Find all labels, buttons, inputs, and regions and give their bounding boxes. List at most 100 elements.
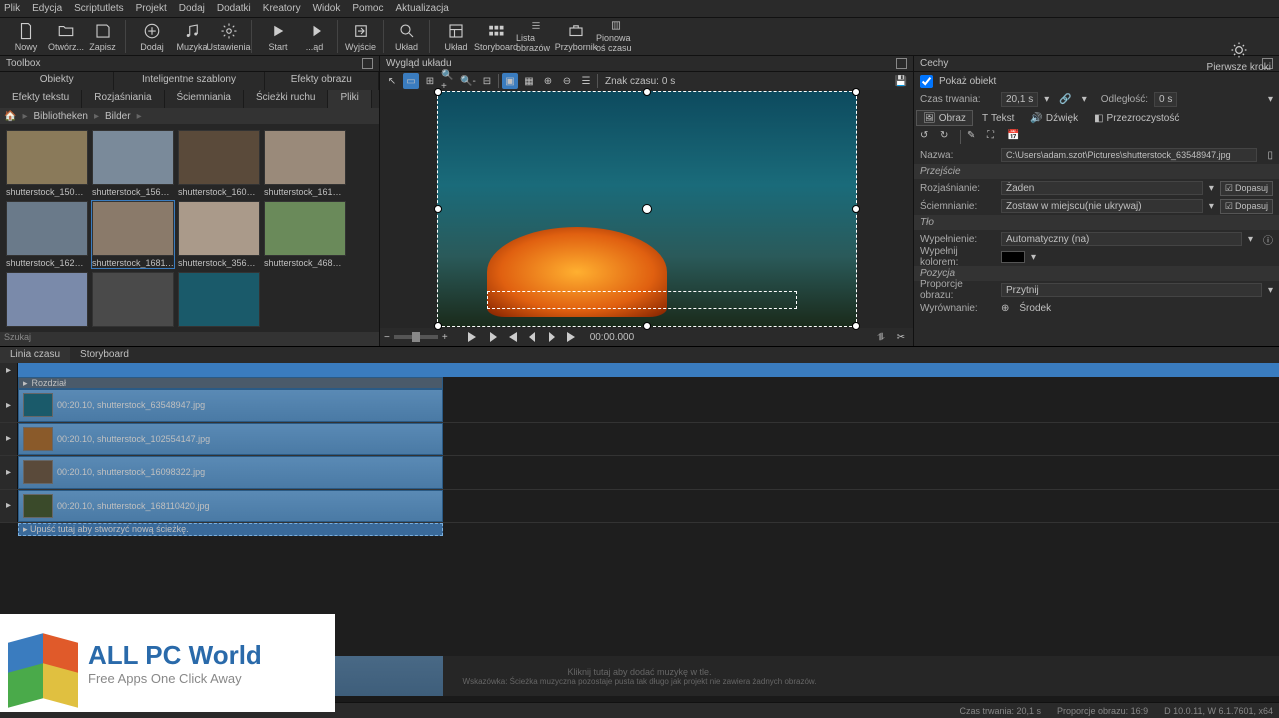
zoom-fit-icon[interactable]: ⊞ xyxy=(422,73,438,89)
add-icon[interactable]: ⊕ xyxy=(540,73,556,89)
menu-item[interactable]: Dodatki xyxy=(217,3,251,14)
thumbnail[interactable]: shutterstock_46865710 xyxy=(264,201,346,268)
duration-value[interactable]: 20,1 s xyxy=(1001,92,1038,107)
show-object-checkbox[interactable] xyxy=(920,75,933,88)
first-steps-button[interactable]: Pierwsze kroki xyxy=(1207,40,1271,73)
crop-icon[interactable]: ⛶ xyxy=(987,130,1001,144)
settings-button[interactable]: Ustawienia xyxy=(212,20,252,53)
tab-files[interactable]: Pliki xyxy=(328,90,371,108)
export-button[interactable]: Wyjście xyxy=(344,20,384,53)
tab-templates[interactable]: Inteligentne szablony xyxy=(114,72,264,90)
tab-image-effects[interactable]: Efekty obrazu xyxy=(265,72,379,90)
name-value[interactable]: C:\Users\adam.szot\Pictures\shutterstock… xyxy=(1001,148,1257,162)
remove-icon[interactable]: ⊖ xyxy=(559,73,575,89)
layout-search-button[interactable]: Układ xyxy=(390,20,430,53)
preview-canvas[interactable] xyxy=(380,90,913,328)
grid-icon[interactable]: ⊟ xyxy=(479,73,495,89)
play-from-icon[interactable] xyxy=(484,329,500,345)
tab-storyboard[interactable]: Storyboard xyxy=(70,347,139,363)
date-icon[interactable]: 📅 xyxy=(1007,130,1021,144)
tab-motion[interactable]: Ścieżki ruchu xyxy=(244,90,328,108)
thumbnail[interactable]: shutterstock_15679... xyxy=(92,130,174,197)
thumbnail[interactable]: shutterstock_168110... xyxy=(92,201,174,268)
play-button[interactable]: Start xyxy=(258,20,298,53)
link-icon[interactable]: 🔗 xyxy=(1059,94,1071,105)
menu-item[interactable]: Edycja xyxy=(32,3,62,14)
tab-objects[interactable]: Obiekty xyxy=(0,72,114,90)
thumbnail[interactable] xyxy=(92,272,174,329)
tab-sound[interactable]: 🔊Dźwięk xyxy=(1023,110,1085,126)
timeline-clip[interactable]: 00:20.10, shutterstock_168110420.jpg xyxy=(18,490,443,523)
tab-transparency[interactable]: ◧Przezroczystość xyxy=(1087,110,1186,126)
chapter-clip[interactable]: ▸Rozdział xyxy=(18,377,443,389)
new-button[interactable]: Nowy xyxy=(6,20,46,53)
match-button[interactable]: ☑Dopasuj xyxy=(1220,181,1273,196)
zoom-in-icon[interactable]: + xyxy=(442,332,448,343)
tab-image[interactable]: 🖼Obraz xyxy=(916,110,973,126)
menu-item[interactable]: Pomoc xyxy=(352,3,383,14)
save-preview-icon[interactable]: 💾 xyxy=(893,73,909,89)
prev-icon[interactable] xyxy=(504,329,520,345)
storyboard-button[interactable]: Storyboard xyxy=(476,20,516,53)
stepper-icon[interactable]: ▾ xyxy=(1268,94,1273,105)
zoom-in-icon[interactable]: 🔍+ xyxy=(441,73,457,89)
track-header[interactable]: ▸ xyxy=(0,389,18,422)
vtimeline-button[interactable]: Pionowa oś czasu xyxy=(596,20,636,53)
color-swatch[interactable] xyxy=(1001,251,1025,263)
breadcrumb-item[interactable]: Bilder xyxy=(105,111,131,122)
rotate-right-icon[interactable]: ↻ xyxy=(940,130,954,144)
thumbnail[interactable]: shutterstock_35613667 xyxy=(178,201,260,268)
menu-item[interactable]: Scriptutlets xyxy=(74,3,123,14)
menu-item[interactable]: Plik xyxy=(4,3,20,14)
minimize-icon[interactable] xyxy=(896,58,907,69)
drop-zone[interactable]: ▸ Upuść tutaj aby stworzyć nową ścieżkę. xyxy=(18,523,443,536)
fadeout-select[interactable]: Zostaw w miejscu(nie ukrywaj) xyxy=(1001,199,1203,213)
menu-item[interactable]: Kreatory xyxy=(263,3,301,14)
browse-icon[interactable]: ▯ xyxy=(1267,150,1273,161)
tab-fadein[interactable]: Rozjaśniania xyxy=(82,90,164,108)
match-button[interactable]: ☑Dopasuj xyxy=(1220,199,1273,214)
minimize-icon[interactable] xyxy=(362,58,373,69)
tab-text-effects[interactable]: Efekty tekstu xyxy=(0,90,82,108)
play-from-button[interactable]: ...ąd xyxy=(298,20,338,53)
distance-value[interactable]: 0 s xyxy=(1154,92,1177,107)
save-button[interactable]: Zapisz xyxy=(86,20,126,53)
thumbnail[interactable] xyxy=(178,272,260,329)
timeline-clip[interactable]: 00:20.10, shutterstock_63548947.jpg xyxy=(18,389,443,422)
step-fwd-icon[interactable] xyxy=(544,329,560,345)
track-header[interactable] xyxy=(0,377,18,389)
step-back-icon[interactable] xyxy=(524,329,540,345)
timeline-ruler[interactable] xyxy=(18,363,1279,377)
info-icon[interactable]: ⓘ xyxy=(1263,232,1273,247)
thumbnail[interactable]: shutterstock_162201... xyxy=(6,201,88,268)
cursor-icon[interactable]: ↖ xyxy=(384,73,400,89)
toolbox-button[interactable]: Przybornik xyxy=(556,20,596,53)
play-icon[interactable] xyxy=(464,329,480,345)
zoom-out-icon[interactable]: 🔍- xyxy=(460,73,476,89)
thumbnail[interactable]: shutterstock_16098322 xyxy=(178,130,260,197)
open-button[interactable]: Otwórz... xyxy=(46,20,86,53)
next-icon[interactable] xyxy=(564,329,580,345)
track-header[interactable]: ▸ xyxy=(0,423,18,456)
thumbnail[interactable]: shutterstock_161958... xyxy=(264,130,346,197)
zoom-out-icon[interactable]: − xyxy=(384,332,390,343)
breadcrumb-item[interactable]: Bibliotheken xyxy=(33,111,87,122)
select-icon[interactable]: ▭ xyxy=(403,73,419,89)
search-input[interactable]: Szukaj xyxy=(0,332,379,346)
imagelist-button[interactable]: Lista obrazów xyxy=(516,20,556,53)
track-header[interactable]: ▸ xyxy=(0,456,18,489)
aspect-select[interactable]: Przytnij xyxy=(1001,283,1262,297)
tab-fadeout[interactable]: Ściemniania xyxy=(165,90,244,108)
align-select[interactable]: Środek xyxy=(1015,301,1273,315)
home-icon[interactable]: 🏠 xyxy=(4,111,16,122)
chevron-down-icon[interactable]: ▾ xyxy=(1082,94,1087,105)
tab-text[interactable]: TTekst xyxy=(975,110,1021,126)
track-header[interactable]: ▸ xyxy=(0,490,18,523)
snap-icon[interactable]: ▦ xyxy=(521,73,537,89)
timeline-clip[interactable]: 00:20.10, shutterstock_16098322.jpg xyxy=(18,456,443,489)
thumbnail[interactable]: shutterstock_15055... xyxy=(6,130,88,197)
edit-icon[interactable]: ✎ xyxy=(967,130,981,144)
thumbnail[interactable] xyxy=(6,272,88,329)
menu-item[interactable]: Dodaj xyxy=(179,3,205,14)
tab-timeline[interactable]: Linia czasu xyxy=(0,347,70,363)
